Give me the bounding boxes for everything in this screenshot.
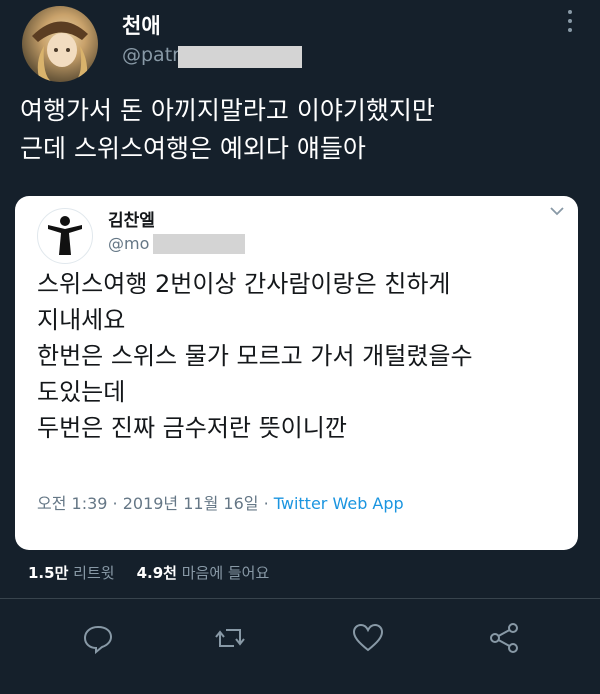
quoted-tweet-text: 스위스여행 2번이상 간사람이랑은 친하게 지내세요 한번은 스위스 물가 모르…	[37, 266, 567, 446]
more-icon[interactable]	[565, 8, 575, 34]
avatar-image	[32, 21, 88, 82]
quoted-timestamp[interactable]: 오전 1:39 · 2019년 11월 16일 ·	[37, 494, 274, 513]
like-icon[interactable]	[350, 620, 386, 656]
quoted-author-handle[interactable]: @mo	[108, 234, 149, 253]
likes-count: 4.9천	[136, 564, 177, 582]
retweets-stat[interactable]: 1.5만 리트윗	[28, 564, 115, 582]
quoted-meta: 오전 1:39 · 2019년 11월 16일 · Twitter Web Ap…	[37, 490, 404, 514]
tweet-text: 여행가서 돈 아끼지말라고 이야기했지만 근데 스위스여행은 예외다 얘들아	[20, 92, 590, 168]
share-icon[interactable]	[486, 620, 522, 656]
action-bar	[0, 620, 600, 660]
author-handle[interactable]: @patr	[122, 44, 180, 66]
quoted-avatar[interactable]	[37, 208, 93, 264]
retweets-count: 1.5만	[28, 564, 69, 582]
reply-icon[interactable]	[80, 620, 116, 656]
handle-redaction	[178, 46, 302, 68]
tweet-stats: 1.5만 리트윗 4.9천 마음에 들어요	[28, 562, 269, 583]
likes-stat[interactable]: 4.9천 마음에 들어요	[137, 564, 270, 582]
quoted-author-name[interactable]: 김찬엘	[108, 206, 155, 231]
tweet-text-line: 여행가서 돈 아끼지말라고 이야기했지만	[20, 96, 435, 125]
tweet-text-line: 근데 스위스여행은 예외다 얘들아	[20, 134, 366, 163]
author-name[interactable]: 천애	[122, 10, 161, 40]
quoted-source-link[interactable]: Twitter Web App	[274, 494, 404, 513]
quoted-text-line: 스위스여행 2번이상 간사람이랑은 친하게	[37, 270, 451, 298]
quoted-text-line: 도있는데	[37, 378, 126, 406]
avatar[interactable]	[22, 6, 98, 82]
retweets-label: 리트윗	[73, 564, 115, 582]
quoted-text-line: 한번은 스위스 물가 모르고 가서 개털렸을수	[37, 342, 473, 370]
quoted-text-line: 두번은 진짜 금수저란 뜻이니깐	[37, 414, 347, 442]
quoted-tweet-card[interactable]: 김찬엘 @mo 스위스여행 2번이상 간사람이랑은 친하게 지내세요 한번은 스…	[15, 196, 578, 550]
likes-label: 마음에 들어요	[181, 564, 270, 582]
quoted-text-line: 지내세요	[37, 306, 126, 334]
quoted-avatar-image	[48, 216, 82, 255]
divider	[0, 598, 600, 599]
retweet-icon[interactable]	[212, 620, 248, 656]
quoted-handle-redaction	[153, 234, 245, 254]
chevron-down-icon[interactable]	[550, 206, 564, 216]
